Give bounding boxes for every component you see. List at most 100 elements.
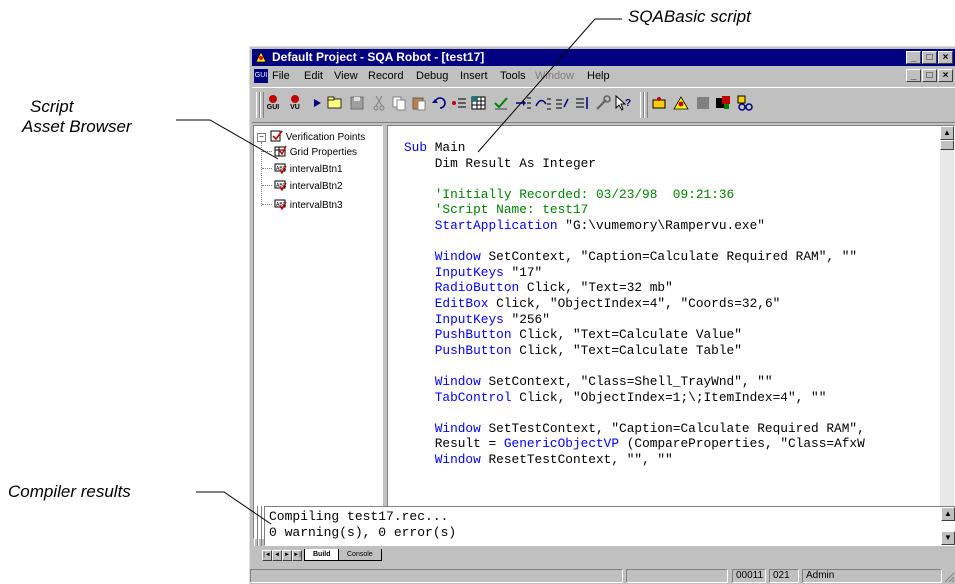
script-line[interactable]: TabControl Click, "ObjectIndex=1;\;ItemI… — [404, 390, 865, 406]
script-vertical-scrollbar[interactable]: ▲ — [940, 126, 954, 522]
step-over-button[interactable] — [534, 94, 552, 114]
tab-prev-button[interactable]: ◄ — [272, 550, 282, 561]
script-line[interactable]: Result = GenericObjectVP (ComparePropert… — [404, 436, 865, 452]
tree-item-grid-properties[interactable]: Grid Properties — [274, 145, 357, 160]
menu-record[interactable]: Record — [368, 67, 403, 85]
copy-button[interactable] — [390, 94, 408, 114]
script-line[interactable]: InputKeys "17" — [404, 265, 865, 281]
tree-root-verification-points[interactable]: Verification Points — [270, 130, 365, 145]
minimize-button[interactable]: _ — [906, 51, 921, 64]
script-text: Click, "Text=Calculate Table" — [511, 342, 742, 358]
mdi-document-icon[interactable]: GUI — [254, 69, 268, 83]
step-over-icon — [535, 98, 551, 110]
tab-console[interactable]: Console — [338, 549, 382, 561]
menu-help[interactable]: Help — [587, 67, 610, 85]
script-comment: 'Script Name: test17 — [404, 202, 589, 218]
script-line[interactable]: RadioButton Click, "Text=32 mb" — [404, 280, 865, 296]
script-line[interactable]: 'Initially Recorded: 03/23/98 09:21:36 — [404, 187, 865, 203]
status-column-number: 021 — [769, 569, 799, 583]
script-line[interactable]: Window SetContext, "Caption=Calculate Re… — [404, 249, 865, 265]
script-code[interactable]: Sub Main Dim Result As Integer 'Initiall… — [404, 140, 865, 467]
playback-button[interactable] — [308, 94, 326, 114]
callout-asset-browser-line1: Script — [30, 97, 74, 116]
title-bar[interactable]: Default Project - SQA Robot - [test17] _… — [252, 49, 955, 66]
script-text: "G:\vumemory\Rampervu.exe" — [557, 217, 765, 233]
grid-button[interactable] — [470, 94, 488, 114]
scroll-thumb[interactable] — [940, 140, 954, 150]
script-line[interactable]: Dim Result As Integer — [404, 156, 865, 172]
resize-grip-icon[interactable] — [943, 571, 955, 583]
menu-view[interactable]: View — [334, 67, 358, 85]
menu-tools[interactable]: Tools — [500, 67, 526, 85]
menu-debug[interactable]: Debug — [416, 67, 448, 85]
output-scroll-down-button[interactable]: ▼ — [941, 531, 955, 545]
caption-buttons: _ □ × — [905, 51, 953, 65]
script-text: SetContext, "Caption=Calculate Required … — [480, 249, 858, 265]
insert-verification-point-button[interactable] — [450, 94, 468, 114]
script-line[interactable]: PushButton Click, "Text=Calculate Table" — [404, 343, 865, 359]
script-line[interactable] — [404, 234, 865, 250]
script-line[interactable] — [404, 358, 865, 374]
record-vu-button[interactable]: VU — [286, 94, 304, 114]
save-button[interactable] — [348, 94, 366, 114]
tab-build[interactable]: Build — [304, 549, 340, 561]
script-line[interactable]: 'Script Name: test17 — [404, 202, 865, 218]
tab-last-button[interactable]: ►| — [292, 550, 302, 561]
tree-item-intervalbtn3[interactable]: ABC intervalBtn3 — [274, 198, 343, 213]
record-gui-button[interactable]: GUI — [264, 94, 282, 114]
script-line[interactable]: StartApplication "G:\vumemory\Rampervu.e… — [404, 218, 865, 234]
tree-item-intervalbtn2[interactable]: ABC intervalBtn2 — [274, 179, 343, 194]
step-into-button[interactable] — [514, 94, 532, 114]
script-line[interactable]: PushButton Click, "Text=Calculate Value" — [404, 327, 865, 343]
menu-file[interactable]: File — [272, 67, 290, 85]
output-pane-grip[interactable] — [254, 506, 262, 546]
script-line[interactable]: Sub Main — [404, 140, 865, 156]
undo-button[interactable] — [430, 94, 448, 114]
script-text: (CompareProperties, "Class=AfxW — [619, 436, 865, 452]
robot-button[interactable] — [672, 94, 690, 114]
script-line[interactable] — [404, 405, 865, 421]
compile-button[interactable] — [492, 94, 510, 114]
test-manager-button[interactable] — [650, 94, 668, 114]
help-pointer-icon: ? — [615, 94, 631, 111]
tree-item-intervalbtn1[interactable]: ABC intervalBtn1 — [274, 162, 343, 177]
paste-button[interactable] — [410, 94, 428, 114]
comparator-button[interactable] — [736, 94, 754, 114]
run-to-cursor-button[interactable] — [574, 94, 592, 114]
window-title: Default Project - SQA Robot - [test17] — [272, 50, 485, 64]
menu-edit[interactable]: Edit — [304, 67, 323, 85]
scroll-up-button[interactable]: ▲ — [940, 126, 954, 140]
tab-first-button[interactable]: |◄ — [262, 550, 272, 561]
script-line[interactable] — [404, 171, 865, 187]
script-keyword: Sub — [404, 140, 428, 155]
script-line[interactable]: Window SetTestContext, "Caption=Calculat… — [404, 421, 865, 437]
close-button[interactable]: × — [938, 51, 953, 64]
maximize-button[interactable]: □ — [922, 51, 937, 64]
mdi-close-button[interactable]: × — [938, 69, 953, 82]
stop-button[interactable] — [694, 94, 712, 114]
mdi-restore-button[interactable]: □ — [922, 69, 937, 82]
script-editor[interactable]: Sub Main Dim Result As Integer 'Initiall… — [387, 125, 955, 539]
script-keyword: PushButton — [404, 327, 512, 343]
tree-root-label: Verification Points — [285, 132, 366, 143]
script-line[interactable]: Window ResetTestContext, "", "" — [404, 452, 865, 468]
status-user: Admin — [802, 569, 942, 583]
menu-insert[interactable]: Insert — [460, 67, 488, 85]
script-line[interactable]: EditBox Click, "ObjectIndex=4", "Coords=… — [404, 296, 865, 312]
step-out-button[interactable] — [554, 94, 572, 114]
open-button[interactable] — [326, 94, 344, 114]
mdi-minimize-button[interactable]: _ — [906, 69, 921, 82]
debug-tools-button[interactable] — [594, 94, 612, 114]
log-viewer-button[interactable] — [714, 94, 732, 114]
toolbar-grip[interactable] — [644, 92, 648, 118]
script-line[interactable]: InputKeys "256" — [404, 312, 865, 328]
tab-next-button[interactable]: ► — [282, 550, 292, 561]
output-scroll-up-button[interactable]: ▲ — [941, 507, 955, 521]
compile-check-icon — [494, 97, 508, 110]
context-help-button[interactable]: ? — [614, 94, 632, 114]
compiler-results-pane[interactable]: Compiling test17.rec... 0 warning(s), 0 … — [264, 506, 955, 546]
script-line[interactable]: Window SetContext, "Class=Shell_TrayWnd"… — [404, 374, 865, 390]
menu-window[interactable]: Window — [535, 67, 574, 85]
tree-collapse-toggle[interactable]: − — [257, 133, 266, 142]
cut-button[interactable] — [370, 94, 388, 114]
